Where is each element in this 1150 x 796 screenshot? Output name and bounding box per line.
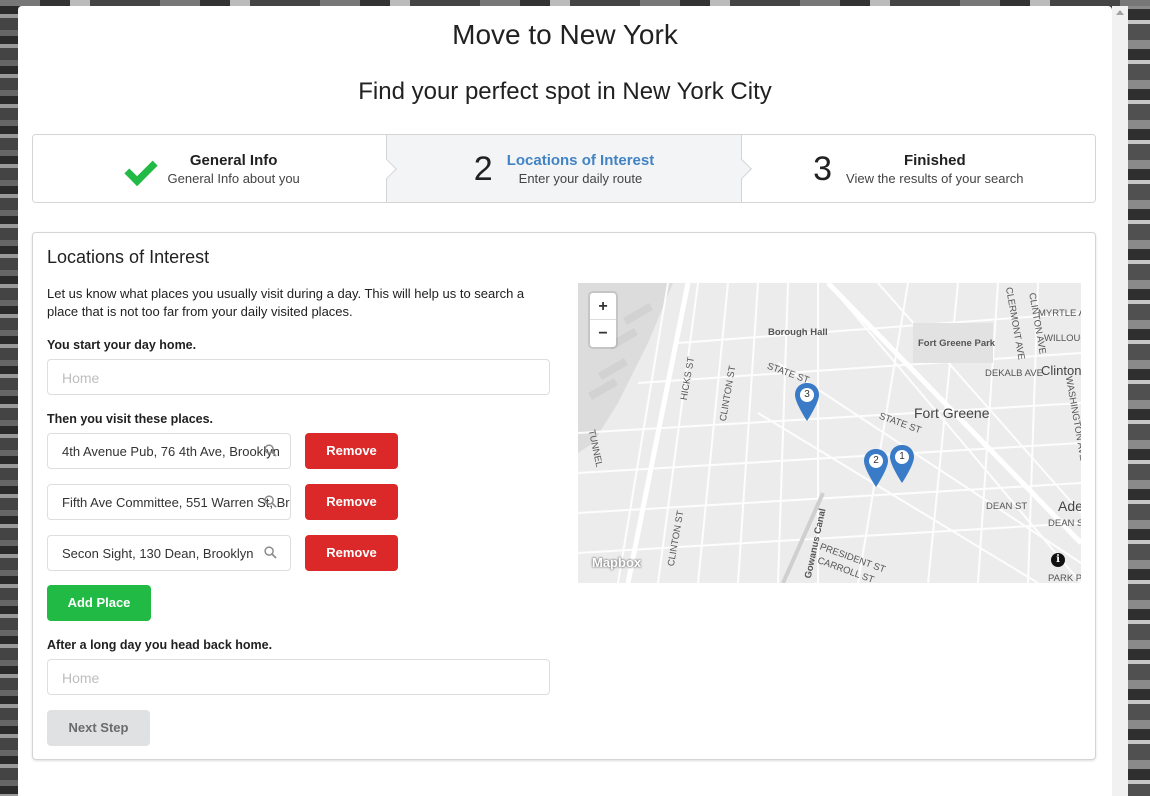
step-description: Enter your daily route (518, 170, 643, 186)
mapbox-logo[interactable]: Mapbox (592, 555, 641, 570)
map-label: Fort Greene Park (918, 338, 996, 349)
checkmark-icon (120, 155, 154, 183)
step-progress: General Info General Info about you 2 Lo… (32, 134, 1096, 203)
step-title: General Info (189, 151, 278, 169)
place-row: 4th Avenue Pub, 76 4th Ave, Brooklyn Rem… (47, 433, 399, 469)
marker-number: 1 (895, 450, 909, 464)
section-description: Let us know what places you usually visi… (47, 286, 525, 319)
search-icon (264, 495, 277, 508)
map-label: DEAN S (1048, 518, 1081, 529)
map-marker[interactable]: 3 (795, 383, 819, 421)
map-label: Borough Hall (768, 327, 828, 338)
section-heading: Locations of Interest (47, 247, 210, 267)
place-row: Fifth Ave Committee, 551 Warren St, Broo… (47, 484, 399, 520)
zoom-out-button[interactable]: − (590, 320, 616, 347)
map[interactable]: Borough Hall Fort Greene Park Fort Green… (578, 283, 1081, 583)
place-row: Secon Sight, 130 Dean, Brooklyn Remove (47, 535, 399, 571)
marker-number: 3 (800, 388, 814, 402)
scroll-up-arrow-icon[interactable] (1116, 10, 1124, 15)
map-streets (578, 283, 1081, 583)
map-label: WILLOUG (1044, 333, 1081, 344)
map-label: Fort Greene (914, 405, 990, 421)
map-label: Ade (1058, 498, 1081, 514)
place-input[interactable]: 4th Avenue Pub, 76 4th Ave, Brooklyn (47, 433, 291, 469)
zoom-in-button[interactable]: + (590, 293, 616, 320)
marker-number: 2 (869, 454, 883, 468)
step-description: General Info about you (167, 170, 300, 186)
zoom-controls: + − (590, 293, 616, 347)
page-subtitle: Find your perfect spot in New York City (358, 78, 772, 105)
place-input[interactable]: Fifth Ave Committee, 551 Warren St, Broo… (47, 484, 291, 520)
search-icon (264, 444, 277, 457)
map-label: PARK P (1048, 573, 1081, 583)
step-number: 3 (813, 149, 833, 188)
page-title: Move to New York (452, 19, 678, 50)
map-label: DEKALB AVE (985, 368, 1043, 379)
places-label: Then you visit these places. (47, 412, 214, 426)
remove-place-button[interactable]: Remove (305, 535, 398, 571)
locations-panel: Locations of Interest Let us know what p… (32, 232, 1096, 760)
step-number: 2 (473, 149, 493, 188)
modal: Move to New York Find your perfect spot … (18, 6, 1112, 796)
step-general-info[interactable]: General Info General Info about you (33, 135, 398, 202)
map-marker[interactable]: 1 (890, 445, 914, 483)
map-label: MYRTLE A (1038, 308, 1081, 319)
map-label: Clinton (1041, 363, 1081, 378)
step-finished[interactable]: 3 Finished View the results of your sear… (741, 135, 1095, 202)
map-marker[interactable]: 2 (864, 449, 888, 487)
start-label: You start your day home. (47, 338, 197, 352)
search-icon (264, 546, 277, 559)
step-locations-of-interest[interactable]: 2 Locations of Interest Enter your daily… (387, 135, 752, 202)
start-home-input[interactable]: Home (47, 359, 550, 395)
end-home-input[interactable]: Home (47, 659, 550, 695)
remove-place-button[interactable]: Remove (305, 484, 398, 520)
next-step-button[interactable]: Next Step (47, 710, 150, 746)
remove-place-button[interactable]: Remove (305, 433, 398, 469)
step-title: Finished (903, 151, 966, 169)
place-input[interactable]: Secon Sight, 130 Dean, Brooklyn (47, 535, 291, 571)
end-label: After a long day you head back home. (47, 638, 273, 652)
scrollbar[interactable] (1112, 6, 1128, 796)
map-label: DEAN ST (986, 501, 1028, 512)
add-place-button[interactable]: Add Place (47, 585, 151, 621)
step-description: View the results of your search (846, 170, 1024, 186)
step-title: Locations of Interest (506, 151, 655, 169)
info-icon[interactable]: i (1051, 553, 1065, 567)
